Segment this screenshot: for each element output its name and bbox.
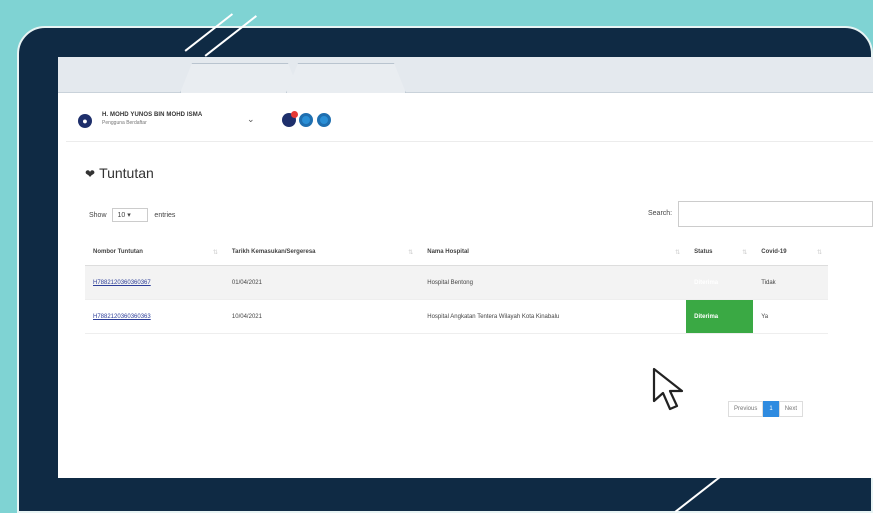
user-role: Pengguna Berdaftar <box>102 120 147 126</box>
entries-label: entries <box>154 211 176 219</box>
claim-number-link[interactable]: H7882120360360367 <box>93 280 151 286</box>
table-header-row: Nombor Tuntutan ⇅ Tarikh Kemasukan/Serger… <box>85 239 828 266</box>
column-header[interactable]: Tarikh Kemasukan/Sergeresa ⇅ <box>223 239 420 266</box>
entries-control: Show 10 ▾ entries <box>89 208 175 222</box>
next-button[interactable]: Next <box>778 401 804 417</box>
search-label: Search: <box>648 210 673 217</box>
table-row: H7882120360360363 10/04/2021 Hospital An… <box>85 299 828 334</box>
sort-icon: ⇅ <box>675 250 681 256</box>
column-header-label: Tarikh Kemasukan/Sergeresa <box>231 249 316 255</box>
claim-number-cell: H7882120360360363 <box>85 299 224 334</box>
message-icon[interactable] <box>299 113 313 127</box>
status-badge: Diterima <box>686 265 754 300</box>
browser-tab[interactable] <box>286 63 406 93</box>
hospital-cell: Hospital Angkatan Tentera Wilayah Kota K… <box>419 299 687 334</box>
sort-icon: ⇅ <box>408 250 414 256</box>
covid-cell: Tidak <box>753 265 828 300</box>
app-header: ● H. MOHD YUNOS BIN MOHD ISMA Pengguna B… <box>66 99 873 142</box>
notification-icon[interactable] <box>282 111 298 127</box>
chat-icon[interactable] <box>317 113 331 127</box>
covid-cell: Ya <box>753 299 828 334</box>
column-header[interactable]: Nombor Tuntutan ⇅ <box>85 239 224 266</box>
date-cell: 01/04/2021 <box>223 265 420 300</box>
page-title-text: Tuntutan <box>99 165 154 181</box>
column-header-label: Status <box>694 249 713 255</box>
mouse-pointer-icon <box>652 367 684 411</box>
user-name: H. MOHD YUNOS BIN MOHD ISMA <box>102 112 203 118</box>
user-circle-icon[interactable]: ● <box>78 114 92 128</box>
claim-number-link[interactable]: H7882120360360363 <box>93 314 151 320</box>
sort-icon: ⇅ <box>212 250 218 256</box>
hospital-cell: Hospital Bentong <box>419 265 687 300</box>
column-header[interactable]: Covid-19 ⇅ <box>753 239 828 266</box>
entries-value: 10 <box>117 212 126 219</box>
sort-icon: ⇅ <box>742 250 748 256</box>
page-1-button[interactable]: 1 <box>763 401 779 417</box>
chevron-down-icon[interactable]: ⌄ <box>247 114 255 125</box>
entries-select[interactable]: 10 ▾ <box>112 208 149 222</box>
browser-tab[interactable] <box>180 63 300 93</box>
notification-badge <box>291 111 298 118</box>
claim-number-cell: H7882120360360367 <box>85 265 224 300</box>
table-row: H7882120360360367 01/04/2021 Hospital Be… <box>85 265 828 300</box>
column-header-label: Covid-19 <box>761 249 787 255</box>
browser-tab-bar <box>58 57 873 93</box>
date-cell: 10/04/2021 <box>223 299 420 334</box>
browser-screen: ● H. MOHD YUNOS BIN MOHD ISMA Pengguna B… <box>58 57 873 478</box>
pagination: Previous 1 Next <box>728 401 804 417</box>
previous-button[interactable]: Previous <box>728 401 764 417</box>
heart-pulse-icon: ❤ <box>85 167 96 181</box>
column-header-label: Nombor Tuntutan <box>93 249 143 255</box>
search-input[interactable] <box>678 201 873 227</box>
column-header[interactable]: Status ⇅ <box>686 239 754 266</box>
claims-table: Nombor Tuntutan ⇅ Tarikh Kemasukan/Serger… <box>85 239 828 334</box>
column-header[interactable]: Nama Hospital ⇅ <box>419 239 687 266</box>
page-title: ❤ Tuntutan <box>85 165 154 181</box>
sort-icon: ⇅ <box>816 250 822 256</box>
show-label: Show <box>89 211 107 219</box>
claims-panel: ❤ Tuntutan Show 10 ▾ entries Search: Nomb… <box>72 145 873 417</box>
status-badge: Diterima <box>686 299 754 334</box>
column-header-label: Nama Hospital <box>427 249 469 255</box>
